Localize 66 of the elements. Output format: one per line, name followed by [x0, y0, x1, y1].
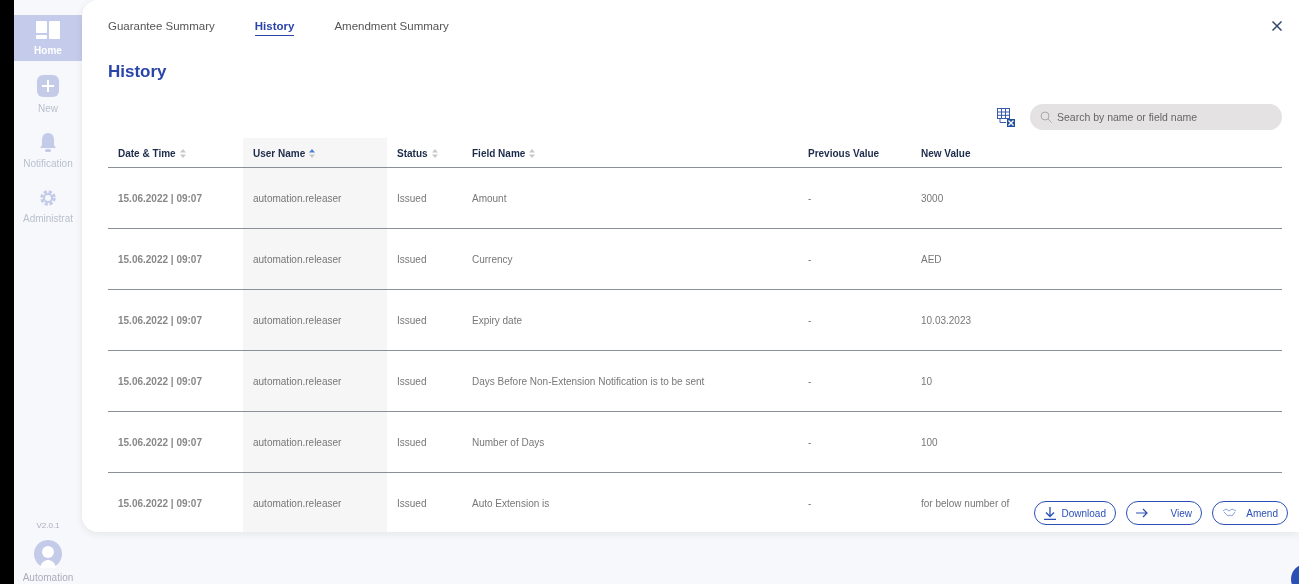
table-cell: Issued	[397, 375, 427, 387]
table-cell: 15.06.2022 | 09:07	[118, 314, 202, 326]
table-cell: automation.releaser	[253, 375, 342, 387]
column-header[interactable]: Status	[397, 148, 438, 159]
sort-icon	[431, 149, 438, 158]
column-header[interactable]: New Value	[921, 148, 971, 159]
table-cell: automation.releaser	[253, 192, 342, 204]
table-cell: 10	[921, 375, 933, 387]
table-cell: Issued	[397, 436, 427, 448]
plus-icon	[37, 74, 59, 97]
column-header[interactable]: Previous Value	[808, 148, 880, 159]
sort-icon	[529, 149, 536, 158]
sort-icon	[309, 149, 316, 158]
table-cell: 15.06.2022 | 09:07	[118, 375, 202, 387]
handshake-icon	[1222, 508, 1237, 518]
table-cell: Issued	[397, 253, 427, 265]
user-name: Automation	[22, 572, 74, 583]
table-cell: -	[808, 314, 812, 326]
sort-icon	[179, 149, 186, 158]
arrow-right-icon	[1136, 508, 1148, 518]
table-cell: automation.releaser	[253, 436, 342, 448]
table-cell: Issued	[397, 497, 427, 509]
table-cell: -	[808, 436, 812, 448]
table-cell: 15.06.2022 | 09:07	[118, 192, 202, 204]
bell-icon	[39, 131, 57, 152]
tab[interactable]: History	[254, 16, 295, 36]
table-cell: 15.06.2022 | 09:07	[118, 497, 202, 509]
table-cell: Amount	[472, 192, 507, 204]
table-cell: Number of Days	[472, 436, 545, 448]
table-cell: 100	[921, 436, 938, 448]
page-title: History	[108, 62, 168, 82]
dashboard-icon	[36, 20, 60, 39]
table-cell: Issued	[397, 314, 427, 326]
table-cell: for below number of	[921, 497, 1010, 509]
table-cell: Currency	[472, 253, 513, 265]
table-cell: Auto Extension is	[472, 497, 550, 509]
action-button[interactable]: View	[1126, 501, 1202, 525]
column-header[interactable]: User Name	[253, 148, 316, 159]
search-icon	[1040, 111, 1052, 123]
column-header[interactable]: Field Name	[472, 148, 536, 159]
table-cell: -	[808, 253, 812, 265]
table-cell: -	[808, 375, 812, 387]
search-field[interactable]: Search by name or field name	[1030, 104, 1282, 130]
table-cell: 15.06.2022 | 09:07	[118, 436, 202, 448]
excel-export-icon[interactable]	[996, 107, 1016, 127]
table-cell: AED	[921, 253, 942, 265]
action-button[interactable]: Download	[1034, 501, 1116, 525]
gear-icon	[39, 188, 57, 207]
table-cell: automation.releaser	[253, 497, 342, 509]
close-icon[interactable]	[1272, 21, 1282, 31]
table-cell: Expiry date	[472, 314, 523, 326]
table-cell: automation.releaser	[253, 314, 342, 326]
action-button[interactable]: Amend	[1212, 501, 1288, 525]
version-label: V2.0.1	[36, 521, 60, 530]
tab[interactable]: Guarantee Summary	[108, 16, 215, 36]
table-cell: 10.03.2023	[921, 314, 972, 326]
download-icon	[1044, 506, 1056, 520]
table-cell: 3000	[921, 192, 944, 204]
tab[interactable]: Amendment Summary	[334, 16, 449, 36]
table-cell: 15.06.2022 | 09:07	[118, 253, 202, 265]
table-cell: -	[808, 192, 812, 204]
table-cell: Days Before Non-Extension Notification is to be sent	[472, 375, 705, 387]
column-header[interactable]: Date & Time	[118, 148, 186, 159]
table-cell: automation.releaser	[253, 253, 342, 265]
table-cell: Issued	[397, 192, 427, 204]
table-cell: -	[808, 497, 812, 509]
